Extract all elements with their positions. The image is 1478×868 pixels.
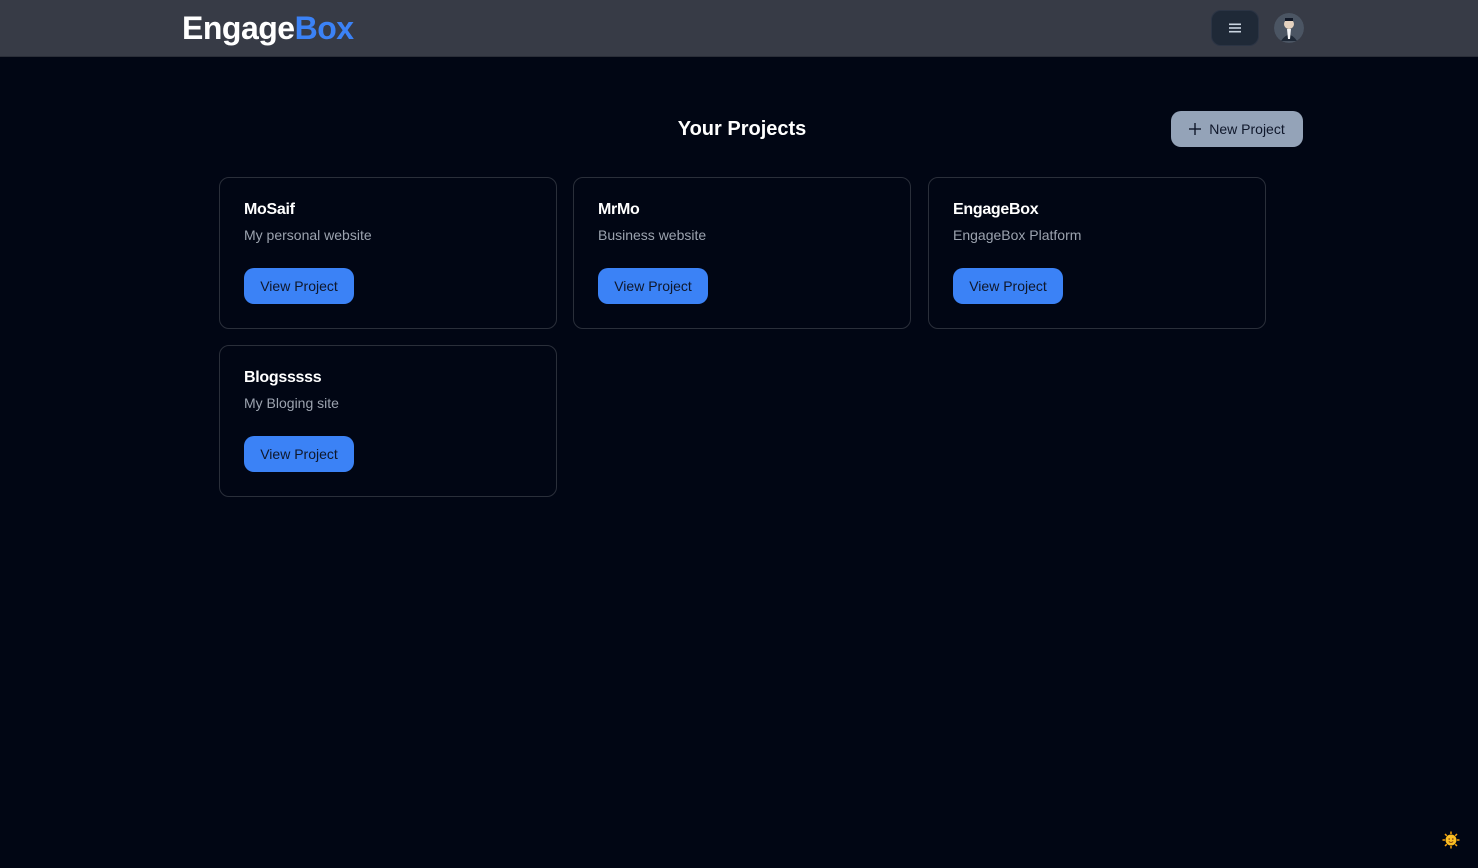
view-project-button[interactable]: View Project xyxy=(953,268,1063,304)
view-project-button[interactable]: View Project xyxy=(598,268,708,304)
plus-icon xyxy=(1189,123,1202,135)
project-description: Business website xyxy=(598,227,707,243)
view-project-button[interactable]: View Project xyxy=(244,436,354,472)
top-navbar: EngageBox xyxy=(0,0,1478,57)
avatar-image xyxy=(1274,13,1304,43)
new-project-label: New Project xyxy=(1209,121,1285,137)
user-avatar[interactable] xyxy=(1274,13,1304,43)
menu-button[interactable] xyxy=(1211,10,1259,46)
view-project-button[interactable]: View Project xyxy=(244,268,354,304)
logo-engage-text: Engage xyxy=(182,10,295,46)
project-name: MrMo xyxy=(598,201,640,218)
hamburger-menu-icon xyxy=(1229,23,1241,33)
project-name: EngageBox xyxy=(953,201,1039,218)
project-card-mosaif: MoSaif My personal website View Project xyxy=(219,177,557,329)
project-card-engagebox: EngageBox EngageBox Platform View Projec… xyxy=(928,177,1266,329)
sun-face-icon[interactable] xyxy=(1442,831,1460,849)
project-card-mrmo: MrMo Business website View Project xyxy=(573,177,911,329)
sun-face-icon-glyph xyxy=(1442,831,1460,849)
logo[interactable]: EngageBox xyxy=(182,10,354,46)
projects-header: Your Projects New Project xyxy=(0,110,1478,148)
project-name: MoSaif xyxy=(244,201,295,218)
logo-box-text: Box xyxy=(294,10,354,46)
project-description: My Bloging site xyxy=(244,395,339,411)
project-card-blogsssss: Blogsssss My Bloging site View Project xyxy=(219,345,557,497)
project-description: My personal website xyxy=(244,227,372,243)
project-name: Blogsssss xyxy=(244,369,322,386)
new-project-button[interactable]: New Project xyxy=(1171,111,1303,147)
project-description: EngageBox Platform xyxy=(953,227,1082,243)
